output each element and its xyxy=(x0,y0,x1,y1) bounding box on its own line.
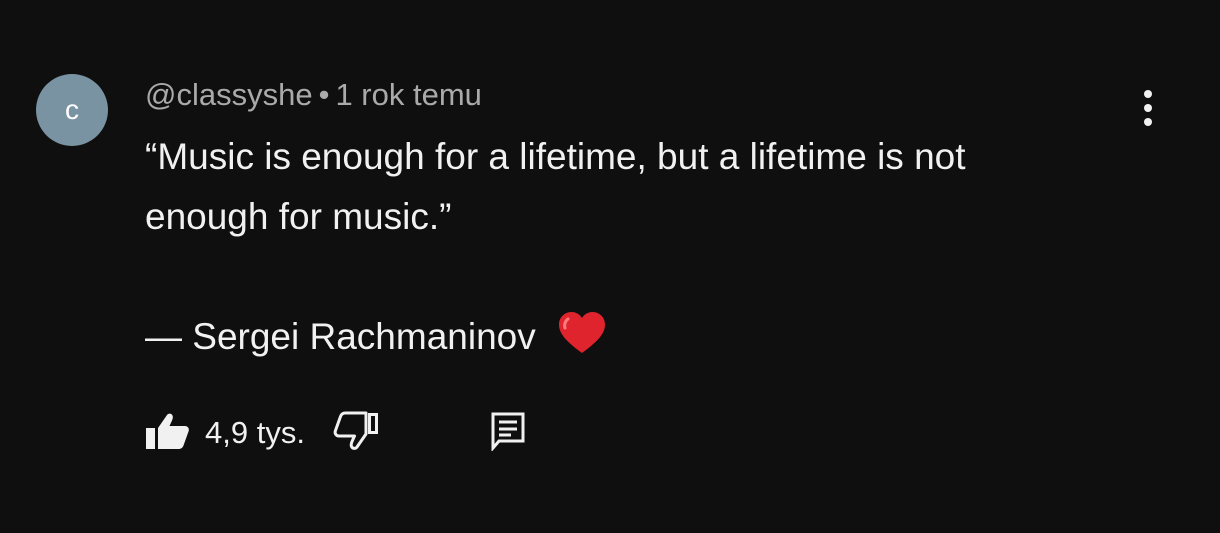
avatar-letter: c xyxy=(65,94,79,125)
comment-text-line-1: “Music is enough for a lifetime, but a l… xyxy=(145,136,966,177)
comment-thread: c @classyshe • 1 rok temu “Music is enough… xyxy=(0,0,1220,533)
comment-timestamp[interactable]: 1 rok temu xyxy=(335,77,481,112)
thumbs-up-icon xyxy=(145,411,191,456)
like-count: 4,9 tys. xyxy=(205,415,305,450)
like-button[interactable] xyxy=(145,411,191,456)
dislike-button[interactable] xyxy=(333,411,379,456)
thumbs-down-icon xyxy=(333,411,379,456)
meta-separator: • xyxy=(318,77,330,112)
comment-meta: @classyshe • 1 rok temu xyxy=(145,76,1125,114)
quote-author: — Sergei Rachmaninov xyxy=(145,316,536,357)
comment-text: “Music is enough for a lifetime, but a l… xyxy=(145,127,1125,373)
avatar[interactable]: c xyxy=(36,74,108,146)
comment-text-line-3: — Sergei Rachmaninov xyxy=(145,307,1125,373)
reply-button[interactable] xyxy=(491,411,525,456)
vertical-ellipsis-icon xyxy=(1143,89,1153,132)
heart-icon xyxy=(558,311,606,373)
comment-blank-line xyxy=(145,247,1125,307)
comment-text-line-2: enough for music.” xyxy=(145,196,452,237)
author-handle[interactable]: @classyshe xyxy=(145,77,313,112)
more-actions-button[interactable] xyxy=(1128,88,1168,132)
comment-actions: 4,9 tys. xyxy=(145,408,525,458)
reply-comment-icon xyxy=(491,411,525,456)
comment-body: @classyshe • 1 rok temu “Music is enough f… xyxy=(145,76,1125,373)
